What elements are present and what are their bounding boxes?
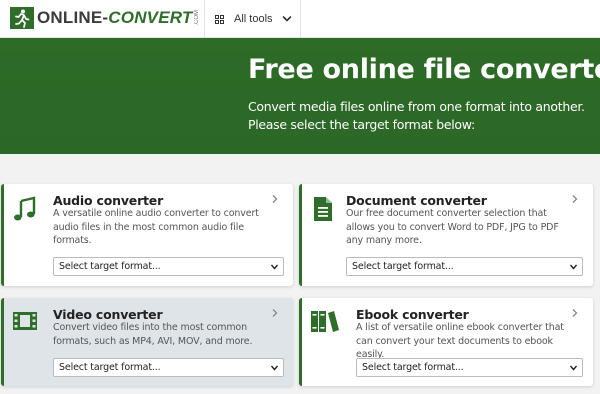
logo-text: ONLINE-CONVERT	[37, 8, 193, 27]
select-value: Select target format...	[352, 261, 454, 272]
audio-target-format-select[interactable]: Select target format...	[53, 257, 284, 276]
video-target-format-select[interactable]: Select target format...	[53, 358, 284, 377]
books-icon	[311, 311, 339, 332]
chevron-down-icon	[271, 264, 278, 270]
card-title: Video converter	[53, 307, 163, 322]
chevron-right-icon	[272, 309, 278, 317]
hero-banner: Free online file converter Convert media…	[0, 38, 600, 154]
card-description: Convert video files into the most common…	[53, 322, 253, 347]
select-value: Select target format...	[362, 362, 464, 373]
card-description: A list of versatile online ebook convert…	[356, 322, 564, 360]
header-divider	[300, 0, 301, 38]
card-title: Document converter	[346, 193, 487, 208]
logo-runner-icon	[10, 7, 34, 29]
grid-icon	[215, 14, 224, 24]
all-tools-label: All tools	[234, 13, 273, 25]
chevron-right-icon	[572, 309, 578, 317]
chevron-down-icon	[570, 264, 577, 270]
top-header: ONLINE-CONVERT .COM All tools	[0, 0, 600, 38]
document-icon	[314, 197, 332, 221]
card-description: Our free document converter selection th…	[346, 208, 559, 246]
all-tools-menu-button[interactable]: All tools	[204, 0, 300, 38]
music-note-icon	[14, 196, 36, 221]
chevron-right-icon	[572, 195, 578, 203]
ebook-target-format-select[interactable]: Select target format...	[356, 358, 583, 377]
film-strip-icon	[13, 312, 37, 330]
select-value: Select target format...	[59, 261, 161, 272]
card-title: Ebook converter	[356, 307, 469, 322]
page-subtitle: Convert media files online from one form…	[248, 99, 585, 132]
audio-converter-card[interactable]: Audio converter A versatile online audio…	[1, 184, 293, 286]
chevron-down-icon	[271, 365, 278, 371]
ebook-converter-card[interactable]: Ebook converter A list of versatile onli…	[299, 298, 593, 386]
document-target-format-select[interactable]: Select target format...	[346, 257, 583, 276]
card-description: A versatile online audio converter to co…	[53, 208, 259, 246]
card-title: Audio converter	[53, 193, 164, 208]
select-value: Select target format...	[59, 362, 161, 373]
chevron-down-icon	[282, 16, 291, 22]
page-title: Free online file converter	[248, 54, 600, 85]
site-logo[interactable]: ONLINE-CONVERT .COM	[10, 7, 200, 29]
document-converter-card[interactable]: Document converter Our free document con…	[299, 184, 593, 286]
logo-com: .COM	[193, 10, 200, 26]
chevron-right-icon	[272, 195, 278, 203]
chevron-down-icon	[570, 365, 577, 371]
video-converter-card[interactable]: Video converter Convert video files into…	[1, 298, 293, 386]
